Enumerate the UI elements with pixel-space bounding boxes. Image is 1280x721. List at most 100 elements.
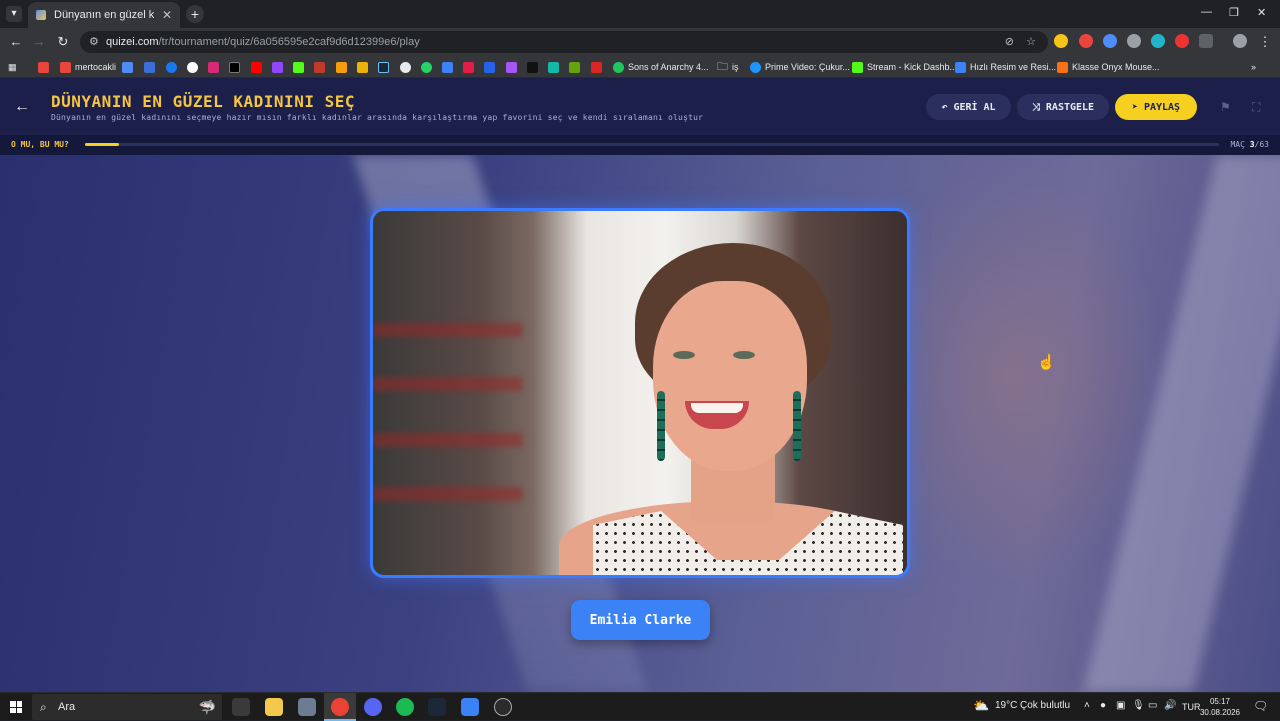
minimize-icon[interactable]: — xyxy=(1201,6,1212,18)
tray-chevron-icon[interactable]: ˄ xyxy=(1084,700,1090,711)
share-button[interactable]: ➤ PAYLAŞ xyxy=(1115,94,1197,120)
restore-icon[interactable]: ❐ xyxy=(1229,6,1239,19)
page-subtitle: Dünyanın en güzel kadınını seçmeye hazır… xyxy=(51,113,704,122)
extensions-puzzle-icon[interactable] xyxy=(1199,34,1213,48)
bookmark-icon-6[interactable] xyxy=(442,60,453,74)
steam-icon[interactable] xyxy=(428,698,446,716)
bookmark-icon-5[interactable] xyxy=(357,60,368,74)
flag-icon[interactable]: ⚑ xyxy=(1220,100,1231,114)
bookmark-star-icon[interactable]: ☆ xyxy=(1026,31,1036,53)
bookmark-klasse-onyx[interactable]: Klasse Onyx Mouse... xyxy=(1057,60,1160,74)
extension-icon[interactable] xyxy=(1103,34,1117,48)
bookmark-icon-11[interactable] xyxy=(569,60,580,74)
tray-app-icon[interactable]: ▣ xyxy=(1116,700,1125,711)
bookmark-github[interactable] xyxy=(400,60,411,74)
extension-icon[interactable] xyxy=(1127,34,1141,48)
language-indicator[interactable]: TUR xyxy=(1182,702,1201,712)
close-window-icon[interactable]: ✕ xyxy=(1257,6,1266,19)
back-icon[interactable]: ← xyxy=(8,34,24,49)
gmail-icon xyxy=(60,61,71,73)
site-icon xyxy=(144,61,155,73)
extension-icon[interactable] xyxy=(1151,34,1165,48)
bookmark-icon-2[interactable] xyxy=(144,60,155,74)
spotify-icon[interactable] xyxy=(396,698,414,716)
tab-title: Dünyanın en güzel kadınını seç xyxy=(54,9,154,21)
adblock-icon[interactable] xyxy=(1079,34,1093,48)
bookmark-x[interactable] xyxy=(229,60,240,74)
bookmark-twitch[interactable] xyxy=(272,60,283,74)
obs-icon[interactable] xyxy=(494,698,512,716)
discord-icon[interactable] xyxy=(364,698,382,716)
fullscreen-icon[interactable]: ⛶ xyxy=(1252,100,1260,115)
windows-start-icon[interactable] xyxy=(10,701,22,713)
bookmark-label: iş xyxy=(732,62,739,72)
bookmark-mertocakli[interactable]: mertocakli xyxy=(60,60,116,74)
bookmark-instagram[interactable] xyxy=(208,60,219,74)
eye-off-icon[interactable]: ⊘ xyxy=(1005,31,1014,53)
bookmark-gmail[interactable] xyxy=(38,60,49,74)
search-placeholder: Ara xyxy=(58,701,76,713)
match-counter: MAÇ 3/63 xyxy=(1230,140,1269,149)
candidate-name-button[interactable]: Emilia Clarke xyxy=(571,600,710,640)
address-bar[interactable]: ⚙ quizei.com/tr/tournament/quiz/6a056595… xyxy=(80,31,1048,53)
system-clock[interactable]: 05:17 30.08.2026 xyxy=(1200,696,1240,718)
reload-icon[interactable]: ↻ xyxy=(55,34,71,50)
site-info-icon[interactable]: ⚙ xyxy=(89,31,99,53)
browser-tab-active[interactable]: Dünyanın en güzel kadınını seç ✕ xyxy=(28,2,180,28)
profile-avatar[interactable] xyxy=(1233,34,1247,48)
close-tab-icon[interactable]: ✕ xyxy=(162,8,172,22)
bookmark-folder-is[interactable]: 🗀 iş xyxy=(717,60,739,74)
app-icon[interactable] xyxy=(461,698,479,716)
back-arrow-icon[interactable]: ← xyxy=(14,98,30,116)
bookmark-steam[interactable] xyxy=(378,60,389,74)
bookmark-kick[interactable] xyxy=(293,60,304,74)
tab-search-button[interactable]: ▾ xyxy=(6,6,22,22)
bookmark-icon-1[interactable] xyxy=(122,60,133,74)
bookmark-yandex[interactable] xyxy=(463,60,474,74)
bookmark-icon-12[interactable] xyxy=(591,60,602,74)
tray-app-icon[interactable]: ● xyxy=(1100,700,1106,711)
bookmark-kick-dashboard[interactable]: Stream - Kick Dashb... xyxy=(852,60,957,74)
bookmark-icon-3[interactable] xyxy=(314,60,325,74)
notification-icon[interactable]: 🗨 xyxy=(1253,699,1268,713)
photo-backdrop xyxy=(373,377,523,391)
calculator-icon[interactable] xyxy=(298,698,316,716)
bookmark-google[interactable] xyxy=(187,60,198,74)
random-button[interactable]: ⤨ RASTGELE xyxy=(1017,94,1109,120)
menu-kebab-icon[interactable]: ⋮ xyxy=(1257,34,1273,50)
new-tab-button[interactable]: + xyxy=(186,5,204,23)
microphone-icon[interactable]: 🎙 xyxy=(1132,700,1145,711)
taskbar-search[interactable]: ⌕ Ara 🦈 xyxy=(32,694,222,720)
hand-cursor-icon: ☝ xyxy=(1037,354,1056,371)
extension-icon[interactable] xyxy=(1054,34,1068,48)
undo-button[interactable]: ↶ GERİ AL xyxy=(926,94,1011,120)
bookmark-sons-of-anarchy[interactable]: Sons of Anarchy 4... xyxy=(613,60,709,74)
volume-icon[interactable]: 🔊 xyxy=(1164,700,1176,711)
task-view-icon[interactable] xyxy=(232,698,250,716)
bookmark-icon-10[interactable] xyxy=(548,60,559,74)
bookmark-youtube[interactable] xyxy=(251,60,262,74)
browser-tab-strip: ▾ Dünyanın en güzel kadınını seç ✕ + — ❐… xyxy=(0,0,1280,28)
github-icon xyxy=(400,61,411,73)
candidate-photo-card[interactable] xyxy=(370,208,910,578)
bookmark-icon-9[interactable] xyxy=(527,60,538,74)
forward-icon[interactable]: → xyxy=(31,34,47,49)
bookmark-icon-8[interactable] xyxy=(506,60,517,74)
bookmark-icon-4[interactable] xyxy=(336,60,347,74)
bookmark-whatsapp[interactable] xyxy=(421,60,432,74)
more-bookmarks-icon[interactable]: » xyxy=(1251,60,1256,74)
network-icon[interactable]: ▭ xyxy=(1148,700,1157,711)
chrome-icon[interactable] xyxy=(331,698,349,716)
bookmark-hizli-resim[interactable]: Hızlı Resim ve Resi... xyxy=(955,60,1056,74)
site-icon xyxy=(955,61,966,73)
portrait-eye xyxy=(673,351,695,359)
bookmark-prime-video[interactable]: Prime Video: Çukur... xyxy=(750,60,850,74)
extension-icon[interactable] xyxy=(1175,34,1189,48)
clock-time: 05:17 xyxy=(1209,697,1230,706)
file-explorer-icon[interactable] xyxy=(265,698,283,716)
weather-icon[interactable]: ⛅ xyxy=(973,698,989,714)
bookmark-icon-7[interactable] xyxy=(484,60,495,74)
bookmark-facebook[interactable] xyxy=(166,60,177,74)
youtube-icon xyxy=(251,61,262,73)
apps-grid-icon[interactable]: ▦ xyxy=(8,60,17,74)
